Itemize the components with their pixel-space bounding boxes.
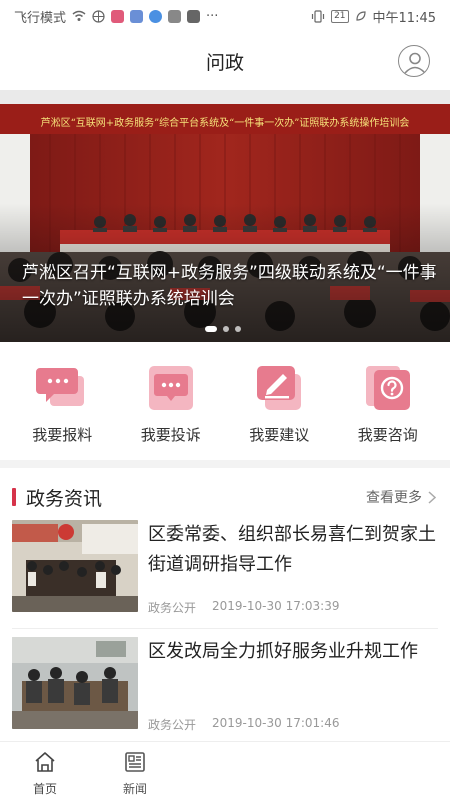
action-consult-label: 我要咨询 [357,426,418,444]
wifi-icon [72,10,86,21]
news-item[interactable]: 区发改局全力抓好服务业升规工作 政务公开 2019-10-30 17:01:46 [12,637,438,737]
stage-banner-text: 芦淞区“互联网+政务服务”综合平台系统及“一件事一次办”证照联办系统操作培训会 [40,118,410,129]
news-thumbnail [12,520,138,612]
airplane-mode-text: 飞行模式 [14,10,67,26]
complaint-icon [148,366,193,410]
status-left: 飞行模式 ··· [14,7,218,26]
news-body: 区委常委、组织部长易喜仁到贺家土街道调研指导工作 政务公开 2019-10-30… [148,520,438,620]
view-more-label: 查看更多 [366,490,422,506]
section-divider [0,460,450,468]
tab-news[interactable]: 新闻 [90,742,180,801]
news-section-header: 政务资讯 查看更多 [0,480,450,514]
action-report-button[interactable]: 我要报料 [12,362,112,458]
action-report-label: 我要报料 [32,426,93,444]
leaf-icon [355,11,366,21]
action-consult-button[interactable]: 我要咨询 [338,362,438,458]
news-icon [125,752,145,772]
carousel-dot [235,326,241,332]
news-meta: 政务公开 2019-10-30 17:01:46 [148,716,339,733]
action-suggest-button[interactable]: 我要建议 [229,362,329,458]
globe-icon [92,9,105,23]
news-category: 政务公开 [148,601,197,615]
quick-actions: 我要报料 我要投诉 我要建议 我要咨询 [0,362,450,458]
news-list: 区委常委、组织部长易喜仁到贺家土街道调研指导工作 政务公开 2019-10-30… [0,520,450,620]
status-right: 21 中午11:45 [311,7,436,26]
news-time: 2019-10-30 17:03:39 [212,599,340,613]
news-body: 区发改局全力抓好服务业升规工作 政务公开 2019-10-30 17:01:46 [148,637,438,737]
news-separator [12,628,438,629]
user-avatar-icon[interactable] [398,45,430,77]
edit-pen-icon [257,366,302,410]
banner-carousel[interactable]: 芦淞区“互联网+政务服务”综合平台系统及“一件事一次办”证照联办系统操作培训会 … [0,90,450,342]
gallery-icon [130,9,144,23]
status-bar: 飞行模式 ··· 21 中午11:45 [0,0,450,32]
banner-headline[interactable]: 芦淞区召开“互联网+政务服务”四级联动系统及“一件事一次办”证照联办系统培训会 [22,260,442,312]
news-thumbnail [12,637,138,729]
page-title: 问政 [205,51,244,74]
battery-icon: 21 [331,9,349,23]
clock: 中午11:45 [372,10,436,26]
music-icon [149,9,163,23]
chat-bubble-icon [36,368,85,406]
news-title: 区委常委、组织部长易喜仁到贺家土街道调研指导工作 [148,524,436,575]
view-more-link[interactable]: 查看更多 [366,487,436,507]
question-icon [365,366,410,410]
app-icon [168,9,182,23]
action-complaint-label: 我要投诉 [140,426,201,444]
carousel-indicator [205,326,241,332]
carousel-dot-active [205,326,217,332]
app2-icon [187,9,201,23]
news-list-2: 区发改局全力抓好服务业升规工作 政务公开 2019-10-30 17:01:46 [0,637,450,737]
tab-news-label: 新闻 [122,782,147,796]
home-icon [35,752,55,772]
tab-home-label: 首页 [32,782,57,796]
carousel-dot [223,326,229,332]
news-category: 政务公开 [148,718,197,732]
news-title: 区发改局全力抓好服务业升规工作 [148,641,418,662]
tab-home[interactable]: 首页 [0,742,90,801]
chevron-right-icon [428,490,436,504]
news-meta: 政务公开 2019-10-30 17:03:39 [148,599,339,616]
section-accent-bar [12,488,16,506]
app-notification-icon [111,9,125,23]
action-complaint-button[interactable]: 我要投诉 [121,362,221,458]
title-bar: 问政 [0,32,450,90]
section-title-text: 政务资讯 [26,487,103,510]
vibrate-icon [311,9,325,23]
news-time: 2019-10-30 17:01:46 [212,716,340,730]
action-suggest-label: 我要建议 [249,426,310,444]
section-title: 政务资讯 [12,484,102,511]
news-item[interactable]: 区委常委、组织部长易喜仁到贺家土街道调研指导工作 政务公开 2019-10-30… [12,520,438,620]
more-notifications-icon: ··· [206,8,219,24]
bottom-tab-bar: 首页 新闻 [0,741,450,801]
